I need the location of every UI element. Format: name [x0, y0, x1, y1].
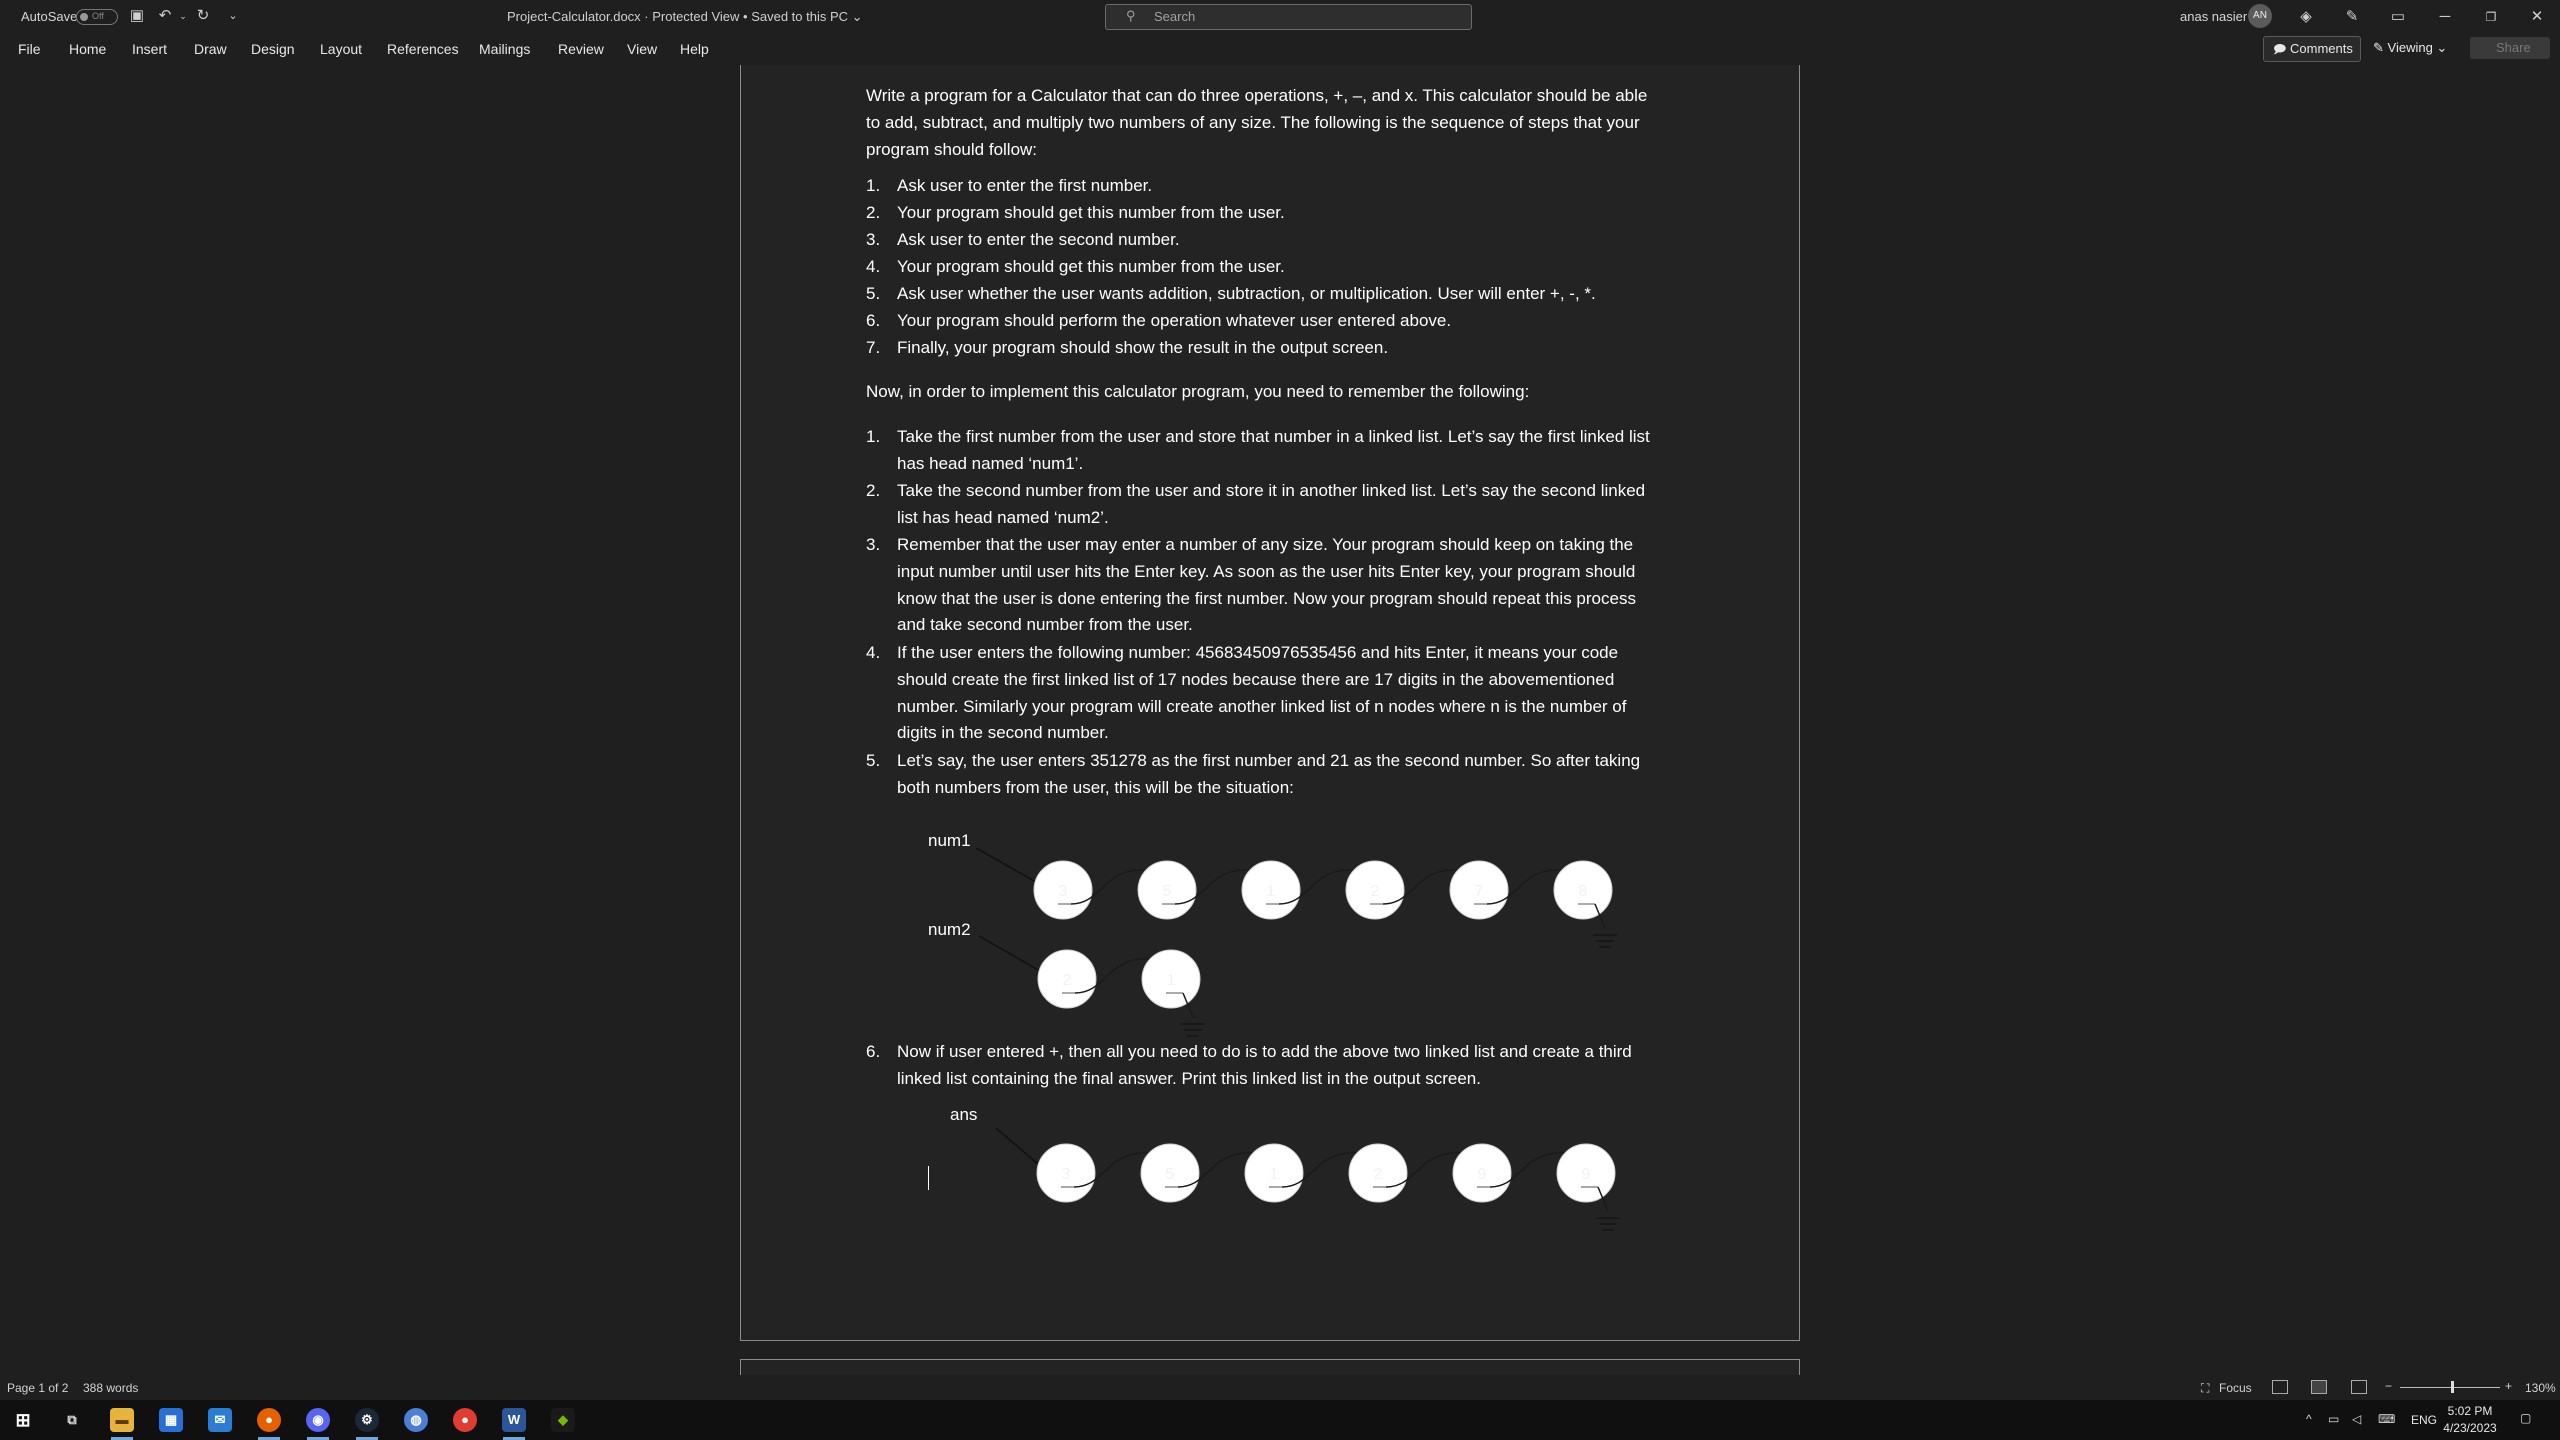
minimize-icon[interactable]: ─ — [2434, 6, 2456, 28]
discord-icon[interactable]: ◉ — [306, 1408, 330, 1432]
toggle-knob — [80, 13, 88, 21]
zoom-level[interactable]: 130% — [2525, 1381, 2556, 1395]
diamond-icon[interactable]: ◈ — [2295, 6, 2317, 28]
ans-node-digit: 5 — [1166, 1166, 1175, 1183]
zoom-slider[interactable] — [2400, 1387, 2500, 1388]
tab-design[interactable]: Design — [251, 41, 295, 57]
avatar[interactable]: AN — [2248, 4, 2272, 28]
close-icon[interactable]: ✕ — [2526, 6, 2548, 28]
zoom-in-icon[interactable]: + — [2505, 1379, 2512, 1393]
tab-mailings[interactable]: Mailings — [479, 41, 530, 57]
comments-label: Comments — [2290, 41, 2353, 56]
web-layout-icon[interactable] — [2351, 1380, 2367, 1394]
autosave-label: AutoSave — [21, 9, 78, 24]
keyboard-icon[interactable]: ⌨ — [2378, 1412, 2395, 1426]
ea-icon[interactable]: ● — [453, 1408, 477, 1432]
clock[interactable]: 5:02 PM 4/23/2023 — [2440, 1403, 2500, 1437]
save-icon[interactable]: ▣ — [128, 7, 146, 25]
ribbon-display-icon[interactable]: ▭ — [2387, 6, 2409, 28]
undo-dropdown-icon[interactable]: ⌄ — [174, 7, 192, 25]
viewing-label: Viewing ⌄ — [2387, 40, 2448, 55]
num1-head-arrow — [975, 847, 1037, 883]
file-explorer-icon[interactable]: ▬ — [110, 1408, 134, 1432]
tab-view[interactable]: View — [627, 41, 657, 57]
tab-help[interactable]: Help — [680, 41, 709, 57]
tab-draw[interactable]: Draw — [194, 41, 227, 57]
task-view-icon[interactable]: ⧉ — [60, 1408, 84, 1432]
text-cursor — [928, 1166, 929, 1190]
ans-node-digit: 9 — [1478, 1166, 1487, 1183]
share-label: Share — [2496, 40, 2531, 55]
pencil-icon: ✎ — [2373, 40, 2384, 55]
ans-node-digit: 2 — [1374, 1166, 1383, 1183]
ans-node-digit: 9 — [1582, 1166, 1591, 1183]
num1-node-digit: 5 — [1163, 883, 1172, 900]
viewing-mode-button[interactable]: ✎ Viewing ⌄ — [2373, 40, 2447, 56]
ans-head-arrow — [995, 1127, 1040, 1166]
store-icon[interactable]: ▦ — [159, 1408, 183, 1432]
chevron-up-icon[interactable]: ^ — [2306, 1412, 2312, 1426]
document-area[interactable]: Write a program for a Calculator that ca… — [0, 65, 2560, 1375]
network-icon[interactable]: ▭ — [2328, 1412, 2339, 1426]
search-icon: ⚲ — [1126, 8, 1136, 23]
num1-node-digit: 1 — [1267, 883, 1276, 900]
tab-review[interactable]: Review — [558, 41, 604, 57]
restore-icon[interactable]: ❐ — [2480, 6, 2502, 28]
share-button[interactable]: Share — [2470, 37, 2550, 59]
clock-time: 5:02 PM — [2447, 1404, 2493, 1418]
num2-node-digit: 1 — [1167, 972, 1176, 989]
steam-icon[interactable]: ⚙ — [355, 1408, 379, 1432]
redo-icon[interactable]: ↻ — [194, 7, 212, 25]
app-icon[interactable]: ◍ — [404, 1408, 428, 1432]
num1-node-digit: 3 — [1059, 883, 1068, 900]
focus-icon[interactable]: ⛶ — [2201, 1381, 2209, 1396]
document-page-2[interactable] — [740, 1359, 1800, 1375]
zoom-out-icon[interactable]: − — [2385, 1379, 2392, 1393]
language-indicator[interactable]: ENG — [2411, 1413, 2437, 1427]
word-count[interactable]: 388 words — [83, 1381, 138, 1395]
taskbar: ⊞ ⧉ ▬ ▦ ✉ ● ◉ ⚙ ◍ ● W ◆ ^ ▭ ◁ ⌨ ENG 5:02… — [0, 1400, 2560, 1440]
mail-icon[interactable]: ✉ — [208, 1408, 232, 1432]
windows-start-icon[interactable]: ⊞ — [11, 1408, 35, 1432]
read-mode-icon[interactable] — [2272, 1380, 2288, 1394]
tab-home[interactable]: Home — [69, 41, 106, 57]
document-title[interactable]: Project-Calculator.docx · Protected View… — [507, 9, 863, 25]
status-bar: Page 1 of 2 388 words ⛶ Focus − + 130% — [0, 1375, 2560, 1400]
search-box[interactable]: ⚲ Search — [1105, 4, 1472, 30]
word-icon[interactable]: W — [502, 1408, 526, 1432]
firefox-icon[interactable]: ● — [257, 1408, 281, 1432]
tab-layout[interactable]: Layout — [320, 41, 362, 57]
clock-date: 4/23/2023 — [2443, 1421, 2497, 1435]
num2-head-arrow — [978, 935, 1041, 972]
autosave-toggle[interactable]: Off — [76, 9, 118, 25]
document-page[interactable]: Write a program for a Calculator that ca… — [740, 65, 1800, 1341]
zoom-slider-thumb[interactable] — [2451, 1381, 2454, 1393]
comment-icon: 🗩 — [2273, 42, 2287, 56]
num2-node-digit: 2 — [1063, 972, 1072, 989]
num1-node-digit: 7 — [1475, 883, 1484, 900]
tab-file[interactable]: File — [18, 41, 41, 57]
nvidia-icon[interactable]: ◆ — [551, 1408, 575, 1432]
tab-insert[interactable]: Insert — [132, 41, 167, 57]
comments-button[interactable]: 🗩 Comments — [2263, 36, 2361, 62]
ans-node-digit: 1 — [1270, 1166, 1279, 1183]
user-name[interactable]: anas nasier — [2180, 9, 2247, 24]
notifications-icon[interactable]: ▢ — [2520, 1411, 2531, 1425]
print-layout-icon[interactable] — [2311, 1380, 2327, 1394]
num1-node-digit: 2 — [1371, 883, 1380, 900]
search-placeholder: Search — [1154, 9, 1196, 24]
title-bar: AutoSave Off ▣ ↶ ⌄ ↻ ⌄ Project-Calculato… — [0, 0, 2560, 33]
ans-node-digit: 3 — [1062, 1166, 1071, 1183]
page-count[interactable]: Page 1 of 2 — [7, 1381, 68, 1395]
volume-icon[interactable]: ◁ — [2352, 1412, 2361, 1426]
ribbon-tabs: File Home Insert Draw Design Layout Refe… — [0, 33, 2560, 65]
pen-icon[interactable]: ✎ — [2341, 6, 2363, 28]
focus-label[interactable]: Focus — [2219, 1381, 2252, 1395]
autosave-state: Off — [92, 11, 104, 21]
num1-node-digit: 8 — [1579, 883, 1588, 900]
customize-qat-icon[interactable]: ⌄ — [224, 7, 242, 25]
undo-icon[interactable]: ↶ — [156, 7, 174, 25]
linked-list-diagrams: 3 5 1 2 7 8 2 1 3 5 1 2 9 9 — [975, 847, 1620, 1231]
tab-references[interactable]: References — [387, 41, 459, 57]
